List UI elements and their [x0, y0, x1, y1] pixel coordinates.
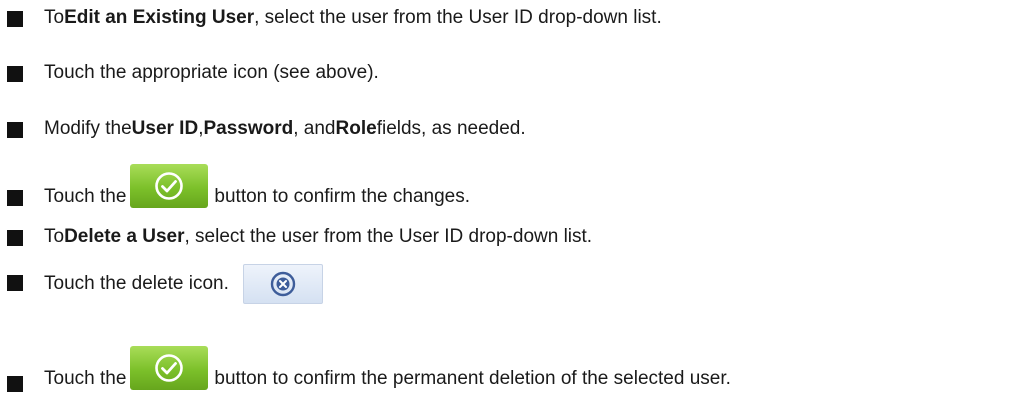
field-name-role: Role — [335, 118, 377, 139]
delete-button[interactable] — [242, 264, 323, 304]
step-text: , select the user from the User ID drop-… — [184, 226, 593, 247]
check-circle-icon — [155, 354, 184, 382]
step-text: , and — [293, 118, 336, 139]
step-text: Touch the — [44, 368, 127, 389]
confirm-button[interactable] — [130, 164, 209, 208]
field-name-password: Password — [203, 118, 294, 139]
step-text: Touch the appropriate icon (see above). — [44, 62, 379, 83]
step-text: Touch the delete icon. — [44, 273, 229, 294]
bullet-icon — [7, 275, 23, 291]
bullet-icon — [7, 230, 23, 246]
bullet-icon — [7, 376, 23, 392]
step-text: button to confirm the permanent deletion… — [214, 368, 731, 389]
bullet-icon — [7, 122, 23, 138]
step-bold-text: Edit an Existing User — [64, 7, 255, 28]
field-name-user-id: User ID — [131, 118, 199, 139]
step-text: To — [44, 7, 65, 28]
step-text: To — [44, 226, 65, 247]
step-text: Touch the — [44, 186, 127, 207]
step-text: , select the user from the User ID drop-… — [254, 7, 662, 28]
step-text: button to confirm the changes. — [214, 186, 471, 207]
step-bold-text: Delete a User — [64, 226, 185, 247]
bullet-icon — [7, 190, 23, 206]
step-text: fields, as needed. — [376, 118, 526, 139]
step-text: Modify the — [44, 118, 132, 139]
bullet-icon — [7, 66, 23, 82]
check-circle-icon — [155, 172, 184, 200]
confirm-button[interactable] — [130, 346, 209, 390]
bullet-icon — [7, 11, 23, 27]
x-circle-icon — [270, 271, 296, 297]
